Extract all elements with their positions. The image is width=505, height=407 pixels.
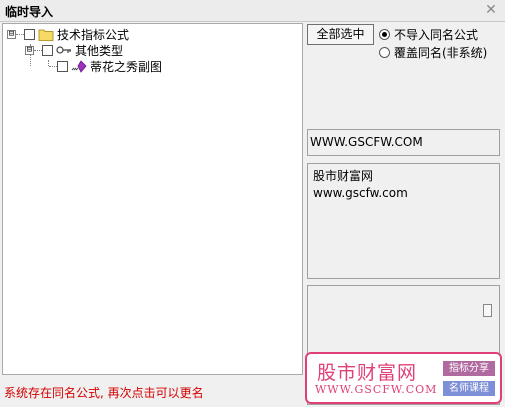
node-checkbox[interactable] [24, 28, 35, 40]
watermark-tag-course: 名师课程 [443, 381, 495, 396]
folder-icon [38, 29, 54, 41]
tree-node-label: 技术指标公式 [57, 27, 130, 42]
tree-node-formula[interactable]: 蒂花之秀副图 [49, 58, 162, 74]
tree-node-category[interactable]: ⊟ 其他类型 [25, 42, 123, 58]
collapse-icon[interactable]: ⊟ [7, 29, 16, 39]
key-icon [56, 46, 71, 54]
title-bar: 临时导入 ✕ [0, 0, 505, 22]
status-message: 系统存在同名公式, 再次点击可以更名 [4, 386, 204, 400]
radio-overwrite-duplicates[interactable]: 覆盖同名(非系统) [379, 44, 487, 61]
formula-icon [71, 59, 87, 73]
radio-label: 不导入同名公式 [394, 28, 479, 42]
site-name: 股市财富网 [313, 169, 374, 183]
tree-node-root[interactable]: ⊟ 技术指标公式 [7, 26, 129, 42]
radio-button[interactable] [379, 47, 390, 58]
close-icon[interactable]: ✕ [483, 2, 499, 18]
node-checkbox[interactable] [57, 60, 68, 72]
url-text: WWW.GSCFW.COM [310, 135, 423, 149]
tree-connector [16, 33, 24, 35]
watermark-url: WWW.GSCFW.COM [315, 383, 438, 396]
collapse-icon[interactable]: ⊟ [25, 45, 34, 55]
options-panel: 全部选中 不导入同名公式 覆盖同名(非系统) WWW.GSCFW.COM 股市财… [305, 23, 503, 405]
formula-tree[interactable]: ⊟ 技术指标公式 ⊟ 其他类型 蒂花之秀副图 [2, 23, 303, 375]
status-bar: 系统存在同名公式, 再次点击可以更名 [2, 377, 303, 405]
radio-button[interactable] [379, 29, 390, 40]
site-url: www.gscfw.com [313, 186, 408, 200]
tree-connector [49, 65, 57, 67]
scrollbar-thumb[interactable] [483, 304, 492, 317]
description-box: 股市财富网 www.gscfw.com [307, 163, 500, 279]
tree-node-label: 蒂花之秀副图 [90, 59, 163, 74]
watermark-tag-share: 指标分享 [443, 361, 495, 376]
tree-node-label: 其他类型 [75, 43, 124, 58]
url-field: WWW.GSCFW.COM [307, 129, 500, 156]
window-title: 临时导入 [5, 5, 54, 19]
watermark-logo: 股市财富网 WWW.GSCFW.COM 指标分享 名师课程 [305, 352, 502, 404]
radio-skip-duplicates[interactable]: 不导入同名公式 [379, 26, 478, 43]
tree-connector [34, 49, 42, 51]
radio-label: 覆盖同名(非系统) [394, 46, 488, 60]
select-all-button[interactable]: 全部选中 [307, 24, 374, 45]
node-checkbox[interactable] [42, 44, 53, 56]
watermark-brand: 股市财富网 [317, 362, 418, 384]
